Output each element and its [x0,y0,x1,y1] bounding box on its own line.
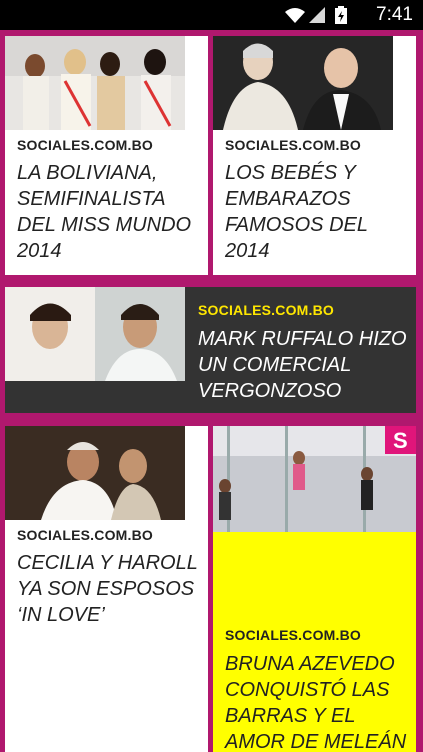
article-source: SOCIALES.COM.BO [17,137,154,153]
article-source: SOCIALES.COM.BO [225,137,362,153]
news-card[interactable]: SOCIALES.COM.BO LOS BEBÉS Y EMBARAZOS FA… [213,36,416,275]
article-title[interactable]: CECILIA Y HAROLL YA SON ESPOSOS ‘IN LOVE… [17,550,203,628]
news-card-wide[interactable]: SOCIALES.COM.BO MARK RUFFALO HIZO UN COM… [5,287,416,413]
news-card[interactable]: SOCIALES.COM.BO CECILIA Y HAROLL YA SON … [5,426,208,752]
article-image: S [213,426,416,532]
clock: 7:41 [376,4,413,25]
svg-text:S: S [393,428,408,453]
wifi-icon [285,8,305,23]
cell-signal-icon [309,7,325,23]
article-image [5,426,185,520]
status-icons [283,5,353,25]
article-title[interactable]: MARK RUFFALO HIZO UN COMERCIAL VERGONZOS… [198,326,413,404]
article-source: SOCIALES.COM.BO [17,527,154,543]
status-bar: 7:41 [0,0,423,30]
article-source: SOCIALES.COM.BO [198,302,335,318]
article-image [5,36,185,130]
article-title[interactable]: LOS BEBÉS Y EMBARAZOS FAMOSOS DEL 2014 [225,160,411,264]
article-title[interactable]: BRUNA AZEVEDO CONQUISTÓ LAS BARRAS Y EL … [225,651,411,752]
article-source: SOCIALES.COM.BO [225,627,362,643]
article-title[interactable]: LA BOLIVIANA, SEMIFINALISTA DEL MISS MUN… [17,160,203,264]
article-image [213,36,393,130]
news-card[interactable]: SOCIALES.COM.BO LA BOLIVIANA, SEMIFINALI… [5,36,208,275]
news-card[interactable]: S SOCIALES.COM.BO BRUNA AZEVEDO CONQUIST… [213,426,416,752]
battery-charging-icon [335,6,347,24]
article-image [5,287,185,381]
